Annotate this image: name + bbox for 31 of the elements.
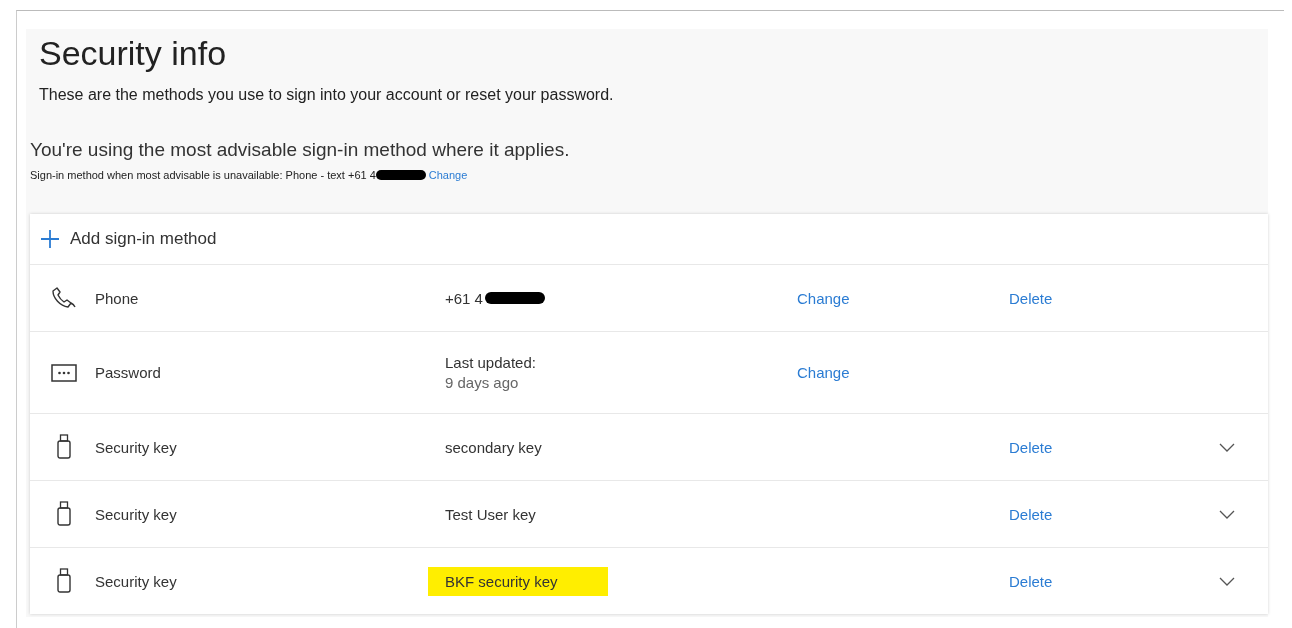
change-link[interactable]: Change <box>797 364 850 381</box>
add-method-button[interactable]: Add sign-in method <box>40 229 217 249</box>
method-name: Security key <box>95 572 178 590</box>
method-name: Security key <box>95 438 178 456</box>
method-value: Test User key <box>445 505 536 523</box>
method-value: BKF security key <box>428 566 608 596</box>
page-description: These are the methods you use to sign into your account or reset your password. <box>39 85 615 105</box>
usb-key-icon <box>56 568 71 594</box>
usb-key-icon <box>56 434 71 460</box>
status-heading: You're using the most advisable sign-in method where it applies. <box>30 138 571 162</box>
fallback-text: Sign-in method when most advisable is unavailable: Phone - text +61 4 <box>30 169 376 181</box>
delete-link[interactable]: Delete <box>1009 289 1053 307</box>
delete-link[interactable]: Delete <box>1009 572 1053 590</box>
plus-icon <box>40 229 60 249</box>
method-value: Last updated: <box>445 354 536 371</box>
chevron-down-icon[interactable] <box>1219 576 1235 586</box>
change-link[interactable]: Change <box>428 169 468 181</box>
chevron-down-icon[interactable] <box>1219 509 1235 519</box>
method-value: +61 4 <box>445 289 483 307</box>
method-value: secondary key <box>445 438 542 456</box>
delete-link[interactable]: Delete <box>1009 505 1053 523</box>
method-name: Phone <box>95 289 140 307</box>
method-detail: 9 days ago <box>445 374 520 391</box>
usb-key-icon <box>56 501 71 527</box>
chevron-down-icon[interactable] <box>1219 442 1235 452</box>
method-name: Security key <box>95 505 178 523</box>
page-title: Security info <box>38 33 228 73</box>
phone-icon <box>50 286 77 310</box>
change-link[interactable]: Change <box>797 289 850 307</box>
delete-link[interactable]: Delete <box>1009 438 1053 456</box>
method-name: Password <box>95 364 162 381</box>
